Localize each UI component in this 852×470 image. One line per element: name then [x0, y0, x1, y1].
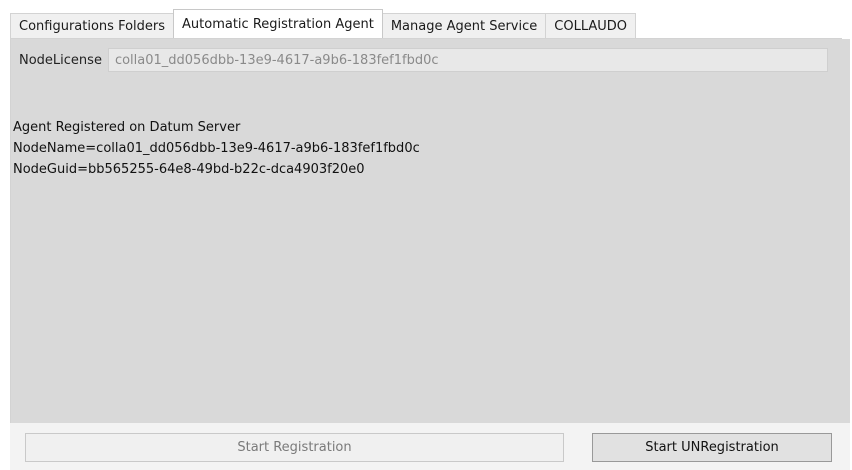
registration-status: Agent Registered on Datum Server NodeNam… [13, 117, 420, 180]
status-line-node-name: NodeName=colla01_dd056dbb-13e9-4617-a9b6… [13, 141, 420, 156]
status-line-registered: Agent Registered on Datum Server [13, 120, 241, 135]
status-line-node-guid: NodeGuid=bb565255-64e8-49bd-b22c-dca4903… [13, 162, 365, 177]
tab-manage-agent-service[interactable]: Manage Agent Service [381, 13, 547, 38]
tab-configurations-folders[interactable]: Configurations Folders [10, 13, 175, 38]
node-license-label: NodeLicense [19, 52, 102, 68]
button-bar: Start Registration Start UNRegistration [10, 423, 850, 470]
node-license-row: NodeLicense colla01_dd056dbb-13e9-4617-a… [19, 48, 828, 72]
tab-bar: Configurations Folders Automatic Registr… [10, 9, 637, 38]
registration-panel: NodeLicense colla01_dd056dbb-13e9-4617-a… [10, 39, 850, 423]
start-unregistration-button[interactable]: Start UNRegistration [592, 433, 832, 462]
tab-collaudo[interactable]: COLLAUDO [545, 13, 637, 38]
app-window: Configurations Folders Automatic Registr… [0, 0, 852, 470]
node-license-field[interactable]: colla01_dd056dbb-13e9-4617-a9b6-183fef1f… [107, 48, 828, 72]
start-registration-button[interactable]: Start Registration [25, 433, 564, 462]
tab-automatic-registration-agent[interactable]: Automatic Registration Agent [173, 9, 383, 38]
